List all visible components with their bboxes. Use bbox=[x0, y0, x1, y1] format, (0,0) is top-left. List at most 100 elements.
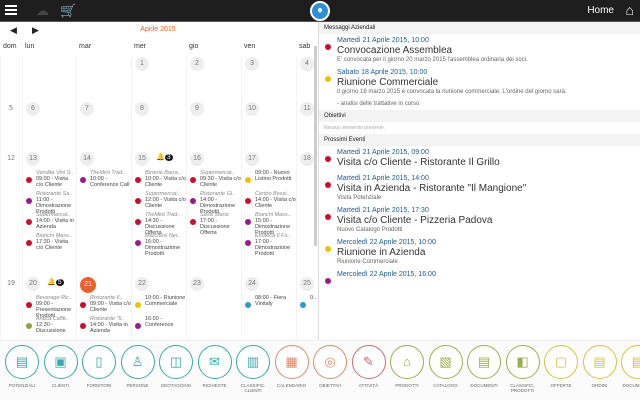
day-number[interactable]: 18 bbox=[300, 152, 314, 166]
module-potenziali[interactable]: ▤ POTENZIALI bbox=[2, 345, 42, 388]
day-number[interactable]: 22 bbox=[135, 277, 149, 291]
day-cell[interactable] bbox=[22, 55, 76, 100]
module-geotagging[interactable]: ◫ GEOTAGGING bbox=[156, 345, 196, 388]
day-number[interactable]: 13 bbox=[26, 152, 40, 166]
calendar-event[interactable]: Vendita Vini S.. 09:00 - Visita c/o Clien… bbox=[26, 170, 76, 188]
day-cell[interactable]: 17 09:00 - Nuovo Listino Prodotti Centro B… bbox=[241, 150, 296, 275]
day-number[interactable]: 14 bbox=[80, 152, 94, 166]
calendar-event[interactable]: Centro Bessi.. 14:00 - Visita c/o Cliente bbox=[245, 191, 296, 209]
day-cell[interactable]: 16 Supermercat.. 09:30 - Visita c/o Client… bbox=[186, 150, 241, 275]
day-cell[interactable]: 11 bbox=[296, 100, 316, 150]
module-catalogo[interactable]: ▧ CATALOGO bbox=[426, 345, 466, 388]
app-logo[interactable]: ● bbox=[310, 1, 330, 21]
event-item[interactable]: Martedì 21 Aprile 2015, 09:00 Visita c/o … bbox=[319, 146, 640, 172]
module-richieste[interactable]: ✉ RICHIESTE bbox=[195, 345, 235, 388]
day-number[interactable]: 9 bbox=[190, 102, 204, 116]
day-cell[interactable] bbox=[0, 55, 22, 100]
day-number[interactable]: 16 bbox=[190, 152, 204, 166]
day-cell[interactable]: 20 🔔 5 Beverage Ric.. 09:00 - Presentazione … bbox=[22, 275, 76, 340]
module-obiettivi[interactable]: ◎ OBIETTIVI bbox=[310, 345, 350, 388]
day-cell[interactable]: 14 TheMint Trad.. 10:00 - Conference Call bbox=[76, 150, 131, 275]
day-cell[interactable]: 23 bbox=[186, 275, 241, 340]
module-prodotti[interactable]: ⌂ PRODOTTI bbox=[387, 345, 427, 388]
module-docum-fisc-[interactable]: ▤ DOCUM. FISC. bbox=[618, 345, 640, 388]
day-cell[interactable]: 12 bbox=[0, 150, 22, 275]
day-cell[interactable]: 13 Vendita Vini S.. 09:00 - Visita c/o Cli… bbox=[22, 150, 76, 275]
day-cell[interactable]: 15 🔔 3 Birreria Barra.. 10:00 - Visita c/o C… bbox=[131, 150, 186, 275]
calendar-event[interactable]: Ristorante "Il.. 14:00 - Visita in Aziend… bbox=[80, 316, 131, 334]
day-cell[interactable]: 9 bbox=[186, 100, 241, 150]
calendar-event[interactable]: TheMint Trad.. 10:00 - Conference Call bbox=[80, 170, 131, 188]
day-cell[interactable]: 6 bbox=[22, 100, 76, 150]
day-cell[interactable]: 1 bbox=[131, 55, 186, 100]
day-cell[interactable]: 21 Ristorante Il.. 09:00 - Visita c/o Clie… bbox=[76, 275, 131, 340]
day-number[interactable]: 23 bbox=[190, 277, 204, 291]
event-item[interactable]: Martedì 21 Aprile 2015, 14:00 Visita in A… bbox=[319, 172, 640, 204]
event-item[interactable]: Mercoledì 22 Aprile 2015, 10:00 Riunione … bbox=[319, 236, 640, 268]
day-number[interactable]: 25 bbox=[300, 277, 314, 291]
module-documenti[interactable]: ▤ DOCUMENTI bbox=[464, 345, 504, 388]
day-cell[interactable]: 10 bbox=[241, 100, 296, 150]
day-number[interactable]: 3 bbox=[245, 57, 259, 71]
day-cell[interactable]: 25 0... bbox=[296, 275, 316, 340]
day-number[interactable]: 10 bbox=[245, 102, 259, 116]
module-attivit-[interactable]: ✎ ATTIVITÀ bbox=[349, 345, 389, 388]
day-cell[interactable]: 22 10:00 - Riunione Commerciale 16:00 - Co… bbox=[131, 275, 186, 340]
day-number[interactable]: 1 bbox=[135, 57, 149, 71]
menu-icon[interactable] bbox=[5, 5, 17, 15]
calendar-event[interactable]: 10:00 - Riunione Commerciale bbox=[135, 295, 186, 308]
cart-icon[interactable]: 🛒 bbox=[60, 3, 76, 19]
calendar-event[interactable]: 09:00 - Nuovo Listino Prodotti bbox=[245, 170, 296, 183]
day-number[interactable]: 21 bbox=[80, 277, 96, 293]
module-classific-prodotti[interactable]: ◧ CLASSIFIC. PRODOTTI bbox=[503, 345, 543, 393]
day-cell[interactable]: 3 bbox=[241, 55, 296, 100]
day-number[interactable]: 11 bbox=[300, 102, 314, 116]
day-number[interactable]: 4 bbox=[300, 57, 314, 71]
module-classific-clienti[interactable]: ▥ CLASSIFIC. CLIENTI bbox=[233, 345, 273, 393]
event-item[interactable]: Martedì 21 Aprile 2015, 17:30 Visita c/o … bbox=[319, 204, 640, 236]
calendar-event[interactable]: Antica Caffè.. 12:30 - Discussione bbox=[26, 316, 76, 334]
module-offerte[interactable]: ▢ OFFERTE bbox=[541, 345, 581, 388]
calendar-event[interactable]: Marchesi Ner.. 16:00 - Dimostrazione Prod… bbox=[135, 233, 186, 257]
day-cell[interactable]: 5 bbox=[0, 100, 22, 150]
module-fornitori[interactable]: ▯ FORNITORI bbox=[79, 345, 119, 388]
day-number[interactable]: 6 bbox=[26, 102, 40, 116]
day-cell[interactable]: 24 08:00 - Fiera Vinitaly bbox=[241, 275, 296, 340]
day-cell[interactable] bbox=[76, 55, 131, 100]
day-number[interactable]: 12 bbox=[4, 152, 18, 166]
calendar-scrollbar[interactable] bbox=[314, 46, 317, 246]
cloud-sync-icon[interactable]: ☁ bbox=[36, 3, 49, 19]
home-icon[interactable]: ⌂ bbox=[626, 2, 634, 18]
day-cell[interactable]: 19 bbox=[0, 275, 22, 340]
day-number[interactable]: 19 bbox=[4, 277, 18, 291]
day-cell[interactable]: 2 bbox=[186, 55, 241, 100]
day-cell[interactable]: 4 bbox=[296, 55, 316, 100]
calendar-event[interactable]: 0... bbox=[300, 295, 316, 308]
notification-bell-icon[interactable]: 🔔 5 bbox=[47, 278, 64, 286]
day-cell[interactable]: 8 bbox=[131, 100, 186, 150]
calendar-event[interactable]: Supermercat.. 14:00 - Visita in Azienda bbox=[26, 212, 76, 230]
home-label[interactable]: Home bbox=[587, 5, 614, 16]
message-item[interactable]: Sabato 18 Aprile 2015, 10:00 Riunione Com… bbox=[319, 66, 640, 110]
calendar-event[interactable]: 08:00 - Fiera Vinitaly bbox=[245, 295, 296, 308]
calendar-event[interactable]: Enoteca Il Fu.. 17:00 - Dimostrazione Pro… bbox=[245, 233, 296, 257]
notification-bell-icon[interactable]: 🔔 3 bbox=[156, 153, 173, 161]
day-cell[interactable]: 7 bbox=[76, 100, 131, 150]
module-persone[interactable]: ♙ PERSONE bbox=[118, 345, 158, 388]
day-number[interactable]: 17 bbox=[245, 152, 259, 166]
calendar-event[interactable]: Birreria Barra.. 10:00 - Visita c/o Clien… bbox=[135, 170, 186, 188]
module-ordini[interactable]: ▤ ORDINI bbox=[580, 345, 620, 388]
day-number[interactable]: 2 bbox=[190, 57, 204, 71]
calendar-event[interactable]: Supermercat.. 12:00 - Visita c/o Cliente bbox=[135, 191, 186, 209]
calendar-event[interactable]: 16:00 - Conference bbox=[135, 316, 186, 329]
day-cell[interactable]: 18 bbox=[296, 150, 316, 275]
calendar-event[interactable]: Supermercat.. 09:30 - Visita c/o Cliente bbox=[190, 170, 241, 188]
calendar-event[interactable]: Sassi Mario 17:00 - Discussione Offerta bbox=[190, 212, 241, 236]
message-item[interactable]: Martedì 21 Aprile 2015, 10:00 Convocazion… bbox=[319, 34, 640, 66]
module-calendario[interactable]: ▦ CALENDARIO bbox=[272, 345, 312, 388]
day-number[interactable]: 15 bbox=[135, 152, 149, 166]
day-number[interactable]: 8 bbox=[135, 102, 149, 116]
calendar-event[interactable]: Bianchi Mass.. 17:30 - Visita c/o Cliente bbox=[26, 233, 76, 251]
module-clienti[interactable]: ▣ CLIENTI bbox=[41, 345, 81, 388]
day-number[interactable]: 24 bbox=[245, 277, 259, 291]
